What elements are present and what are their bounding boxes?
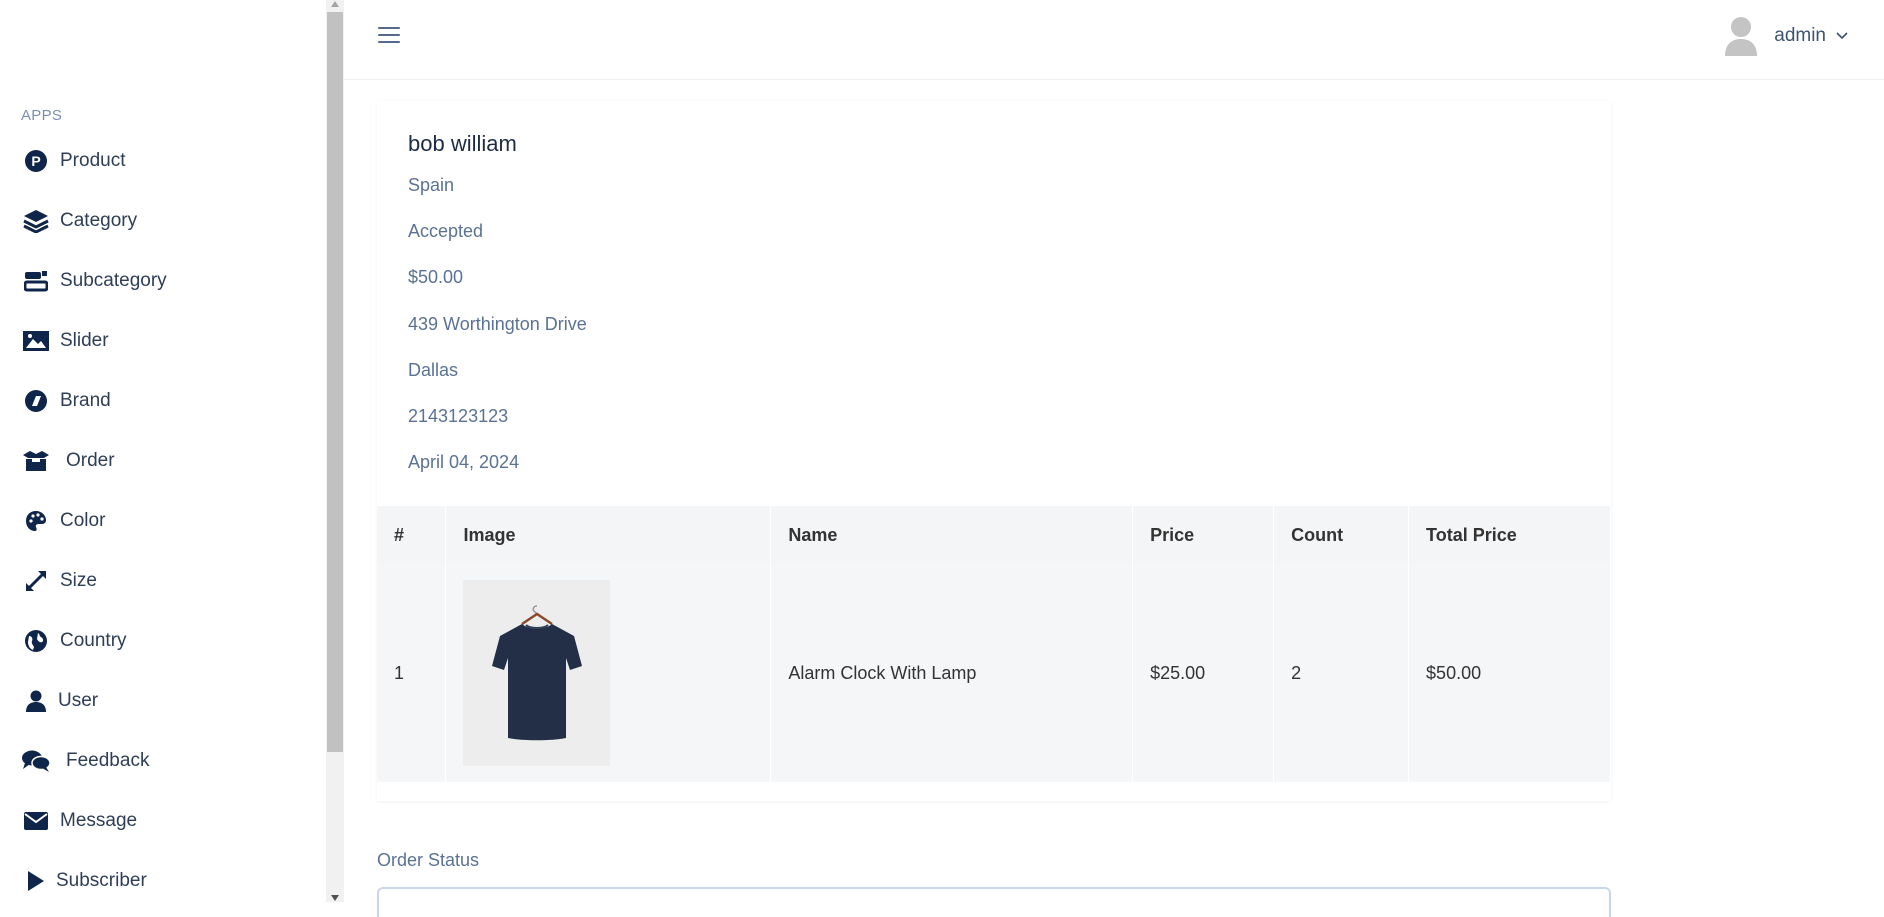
cell-count: 2 (1273, 564, 1410, 782)
sidebar-item-country[interactable]: Country (21, 621, 127, 661)
sidebar-scrollbar[interactable] (326, 0, 344, 902)
customer-address: 439 Worthington Drive (408, 314, 587, 334)
sidebar-item-feedback[interactable]: Feedback (21, 741, 149, 781)
product-image (463, 580, 611, 766)
sidebar-item-label: Category (60, 210, 138, 231)
column-header-index: # (377, 506, 447, 564)
order-date: April 04, 2024 (408, 452, 520, 472)
comments-icon (21, 746, 51, 776)
image-icon (21, 326, 51, 356)
sidebar-item-subscriber[interactable]: Subscriber (21, 861, 147, 901)
globe-icon (21, 626, 51, 656)
expand-icon (21, 566, 51, 596)
sidebar-item-label: Message (60, 810, 138, 831)
sidebar-item-subcategory[interactable]: Subcategory (21, 261, 167, 301)
sidebar-item-label: Product (60, 150, 126, 171)
layers-icon (21, 206, 51, 236)
customer-country: Spain (408, 175, 455, 195)
box-icon (21, 446, 51, 476)
cell-index: 1 (377, 564, 447, 782)
order-status-text: Accepted (408, 221, 484, 241)
order-detail-card: bob william Spain Accepted $50.00 439 Wo… (377, 101, 1611, 801)
svg-text:P: P (31, 153, 40, 169)
sidebar-item-label: User (58, 690, 99, 711)
sidebar-item-label: Subscriber (56, 870, 147, 891)
sidebar-item-label: Size (60, 570, 97, 591)
sidebar-item-label: Slider (60, 330, 109, 351)
order-total: $50.00 (408, 267, 464, 287)
sidebar-item-label: Brand (60, 390, 111, 411)
user-menu[interactable]: admin (1724, 14, 1848, 58)
user-name: admin (1774, 25, 1826, 46)
order-items-table: # Image Name Price Count Total Price 1 A… (377, 506, 1611, 782)
product-icon: P (21, 146, 51, 176)
main-content: bob william Spain Accepted $50.00 439 Wo… (344, 80, 1884, 917)
column-header-total-price: Total Price (1408, 506, 1611, 564)
envelope-icon (21, 806, 51, 836)
chevron-down-icon (1836, 27, 1848, 45)
table-header-row: # Image Name Price Count Total Price (377, 506, 1611, 564)
play-icon (21, 866, 51, 896)
cell-image (445, 564, 772, 782)
scroll-up-icon[interactable] (331, 1, 339, 7)
sidebar-item-brand[interactable]: Brand (21, 381, 111, 421)
column-header-name: Name (770, 506, 1134, 564)
subcategory-icon (21, 266, 51, 296)
order-status-label: Order Status (377, 850, 480, 870)
customer-phone: 2143123123 (408, 406, 509, 426)
top-bar: admin (344, 0, 1884, 80)
sidebar-section-label: APPS (21, 107, 63, 124)
sidebar-item-color[interactable]: Color (21, 501, 105, 541)
sidebar-item-label: Country (60, 630, 127, 651)
cell-total-price: $50.00 (1408, 564, 1611, 782)
order-status-select[interactable] (377, 887, 1611, 917)
sidebar-item-label: Feedback (66, 750, 150, 771)
column-header-image: Image (445, 506, 772, 564)
sidebar-item-category[interactable]: Category (21, 201, 137, 241)
cell-price: $25.00 (1132, 564, 1275, 782)
table-row: 1 Alarm Clock With Lamp $25.00 2 $50.00 (377, 564, 1611, 782)
customer-city: Dallas (408, 360, 459, 380)
sidebar-item-label: Subcategory (60, 270, 167, 291)
cell-product-name: Alarm Clock With Lamp (770, 564, 1134, 782)
sidebar-item-size[interactable]: Size (21, 561, 97, 601)
scroll-down-icon[interactable] (331, 895, 339, 901)
avatar-icon (1724, 16, 1758, 56)
sidebar-item-order[interactable]: Order (21, 441, 115, 481)
customer-name: bob william (408, 131, 517, 156)
sidebar-item-user[interactable]: User (21, 681, 98, 721)
column-header-count: Count (1273, 506, 1410, 564)
sidebar-item-label: Order (66, 450, 115, 471)
sidebar-item-label: Color (60, 510, 106, 531)
menu-toggle-icon[interactable] (378, 24, 402, 46)
palette-icon (21, 506, 51, 536)
sidebar-item-product[interactable]: P Product (21, 141, 125, 181)
brand-icon (21, 386, 51, 416)
user-icon (21, 686, 51, 716)
sidebar-item-slider[interactable]: Slider (21, 321, 109, 361)
sidebar: APPS P Product Category Subcategory Slid… (0, 0, 326, 902)
sidebar-item-message[interactable]: Message (21, 801, 137, 841)
column-header-price: Price (1132, 506, 1275, 564)
scrollbar-thumb[interactable] (327, 12, 343, 752)
